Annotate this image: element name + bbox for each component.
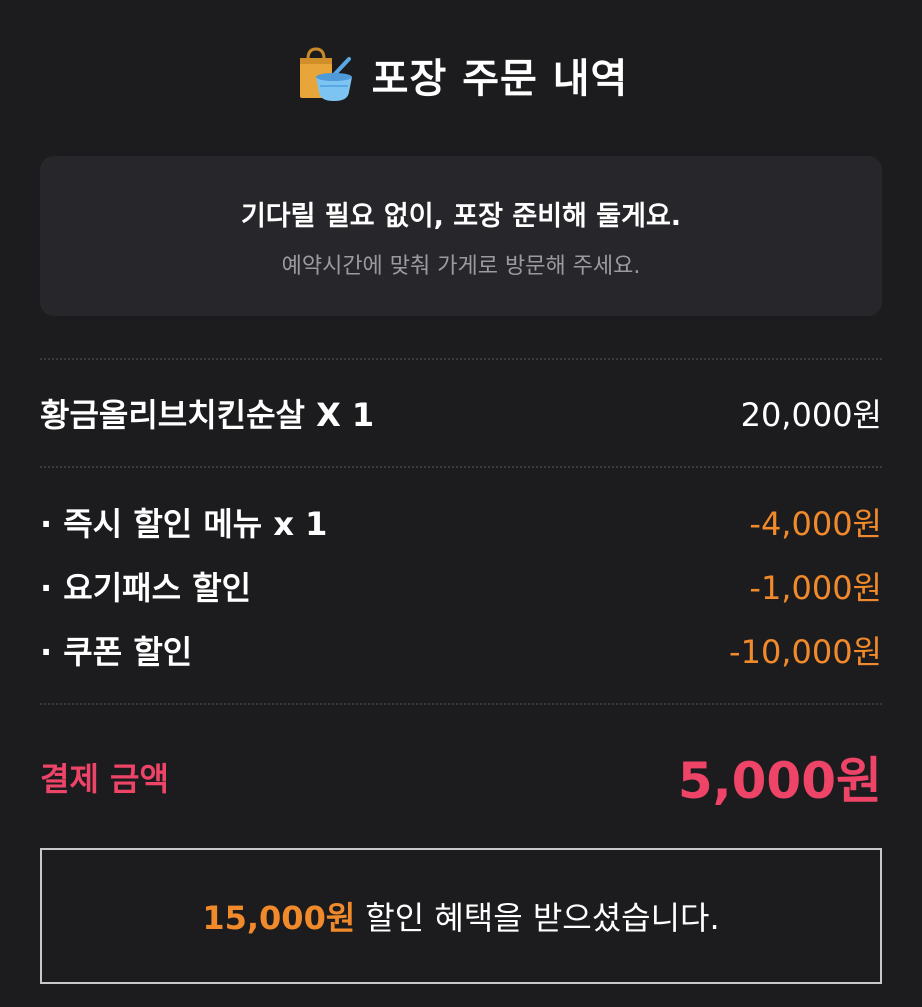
pickup-notice-title: 기다릴 필요 없이, 포장 준비해 둘게요. bbox=[240, 201, 682, 232]
section-divider bbox=[40, 703, 882, 705]
pickup-notice-card: 기다릴 필요 없이, 포장 준비해 둘게요. 예약시간에 맞춰 가게로 방문해 … bbox=[40, 156, 882, 316]
discount-label: · 즉시 할인 메뉴 x 1 bbox=[40, 505, 328, 543]
page-title: 포장 주문 내역 bbox=[371, 56, 629, 102]
discount-label: · 요기패스 할인 bbox=[40, 569, 252, 607]
pickup-notice-subtitle: 예약시간에 맞춰 가게로 방문해 주세요. bbox=[281, 254, 641, 279]
discount-amount: -10,000원 bbox=[729, 633, 882, 671]
savings-banner: 15,000원 할인 혜택을 받으셨습니다. bbox=[40, 848, 882, 984]
discount-row-instant: · 즉시 할인 메뉴 x 1 -4,000원 bbox=[40, 498, 882, 546]
savings-text: 할인 혜택을 받으셨습니다. bbox=[365, 899, 720, 937]
payment-total-label: 결제 금액 bbox=[40, 760, 169, 798]
discount-label: · 쿠폰 할인 bbox=[40, 633, 193, 671]
takeout-bag-bowl-icon bbox=[299, 47, 352, 101]
discount-amount: -1,000원 bbox=[749, 569, 882, 607]
savings-amount: 15,000원 bbox=[202, 899, 356, 937]
payment-total-amount: 5,000원 bbox=[677, 752, 882, 810]
order-item-price: 20,000원 bbox=[740, 396, 882, 434]
discount-row-yogipass: · 요기패스 할인 -1,000원 bbox=[40, 562, 882, 610]
section-divider bbox=[40, 466, 882, 468]
payment-total-row: 결제 금액 5,000원 bbox=[40, 742, 882, 812]
page-header: 포장 주문 내역 bbox=[0, 40, 922, 110]
order-item-row: 황금올리브치킨순살 X 1 20,000원 bbox=[40, 388, 882, 438]
order-item-name: 황금올리브치킨순살 X 1 bbox=[40, 396, 375, 434]
discount-row-coupon: · 쿠폰 할인 -10,000원 bbox=[40, 626, 882, 674]
discount-amount: -4,000원 bbox=[749, 505, 882, 543]
section-divider bbox=[40, 358, 882, 360]
